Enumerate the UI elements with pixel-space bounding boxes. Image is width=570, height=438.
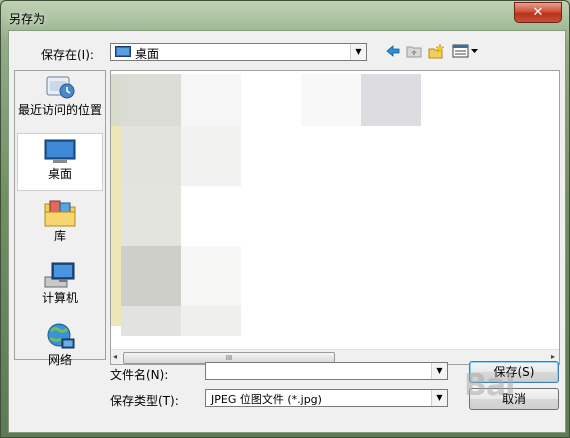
blurred-file-item (111, 126, 121, 326)
desktop-icon (44, 139, 76, 163)
save-in-combo[interactable]: 桌面 ▼ (110, 43, 367, 61)
save-in-value: 桌面 (135, 47, 160, 61)
blurred-file-item (361, 74, 421, 126)
dialog-title: 另存为 (9, 12, 46, 26)
chevron-down-icon[interactable]: ▼ (431, 390, 447, 406)
filetype-label: 保存类型(T): (110, 394, 179, 408)
blurred-file-item (121, 186, 181, 246)
blurred-file-item (181, 306, 241, 336)
place-computer[interactable]: 计算机 (17, 257, 103, 319)
blurred-file-item (181, 246, 241, 306)
file-list-view[interactable]: ◂ III ▸ (110, 70, 560, 365)
places-bar: 最近访问的位置 桌面 库 计算机 网络 (14, 70, 106, 367)
place-label-recent: 最近访问的位置 (17, 103, 102, 117)
chevron-down-icon[interactable]: ▼ (350, 44, 366, 60)
place-label-network: 网络 (47, 353, 72, 367)
scroll-right-icon[interactable]: ▸ (551, 352, 555, 361)
place-network[interactable]: 网络 (17, 319, 103, 367)
filetype-value: JPEG 位图文件 (*.jpg) (211, 393, 322, 406)
back-arrow-icon[interactable] (385, 43, 401, 59)
save-in-label: 保存在(I): (41, 48, 94, 62)
up-folder-icon[interactable] (406, 43, 422, 59)
blurred-file-item (121, 306, 181, 336)
blurred-file-item (181, 74, 241, 126)
scroll-left-icon[interactable]: ◂ (113, 352, 117, 361)
network-icon (47, 323, 75, 349)
computer-icon (44, 262, 75, 288)
place-label-computer: 计算机 (41, 291, 78, 305)
view-menu-icon[interactable] (452, 43, 480, 59)
dialog-window: 另存为 ✕ 保存在(I): 桌面 ▼ 最近访问的位置 桌面 库 计算机 网络 ◂… (0, 0, 570, 438)
filetype-combo[interactable]: JPEG 位图文件 (*.jpg) ▼ (205, 389, 448, 407)
recent-places-icon (46, 76, 75, 99)
close-button[interactable]: ✕ (514, 2, 562, 23)
place-libraries[interactable]: 库 (17, 195, 103, 257)
place-desktop[interactable]: 桌面 (17, 133, 103, 191)
desktop-small-icon (115, 46, 131, 57)
filename-label: 文件名(N): (110, 368, 169, 382)
watermark-logo: Bai (464, 368, 515, 403)
new-folder-icon[interactable] (428, 43, 444, 59)
blurred-file-item (121, 246, 181, 306)
place-label-desktop: 桌面 (47, 167, 72, 181)
dialog-client-area: 保存在(I): 桌面 ▼ 最近访问的位置 桌面 库 计算机 网络 ◂ III ▸… (8, 30, 566, 433)
place-label-libraries: 库 (53, 229, 66, 243)
filename-field[interactable]: ▼ (205, 362, 448, 380)
blurred-file-item (301, 74, 361, 126)
libraries-icon (44, 200, 76, 227)
place-recent[interactable]: 最近访问的位置 (17, 73, 103, 131)
blurred-file-item (181, 126, 241, 186)
blurred-file-item (111, 74, 121, 126)
blurred-file-item (121, 126, 181, 186)
chevron-down-icon[interactable]: ▼ (431, 363, 447, 379)
blurred-file-item (121, 74, 181, 126)
